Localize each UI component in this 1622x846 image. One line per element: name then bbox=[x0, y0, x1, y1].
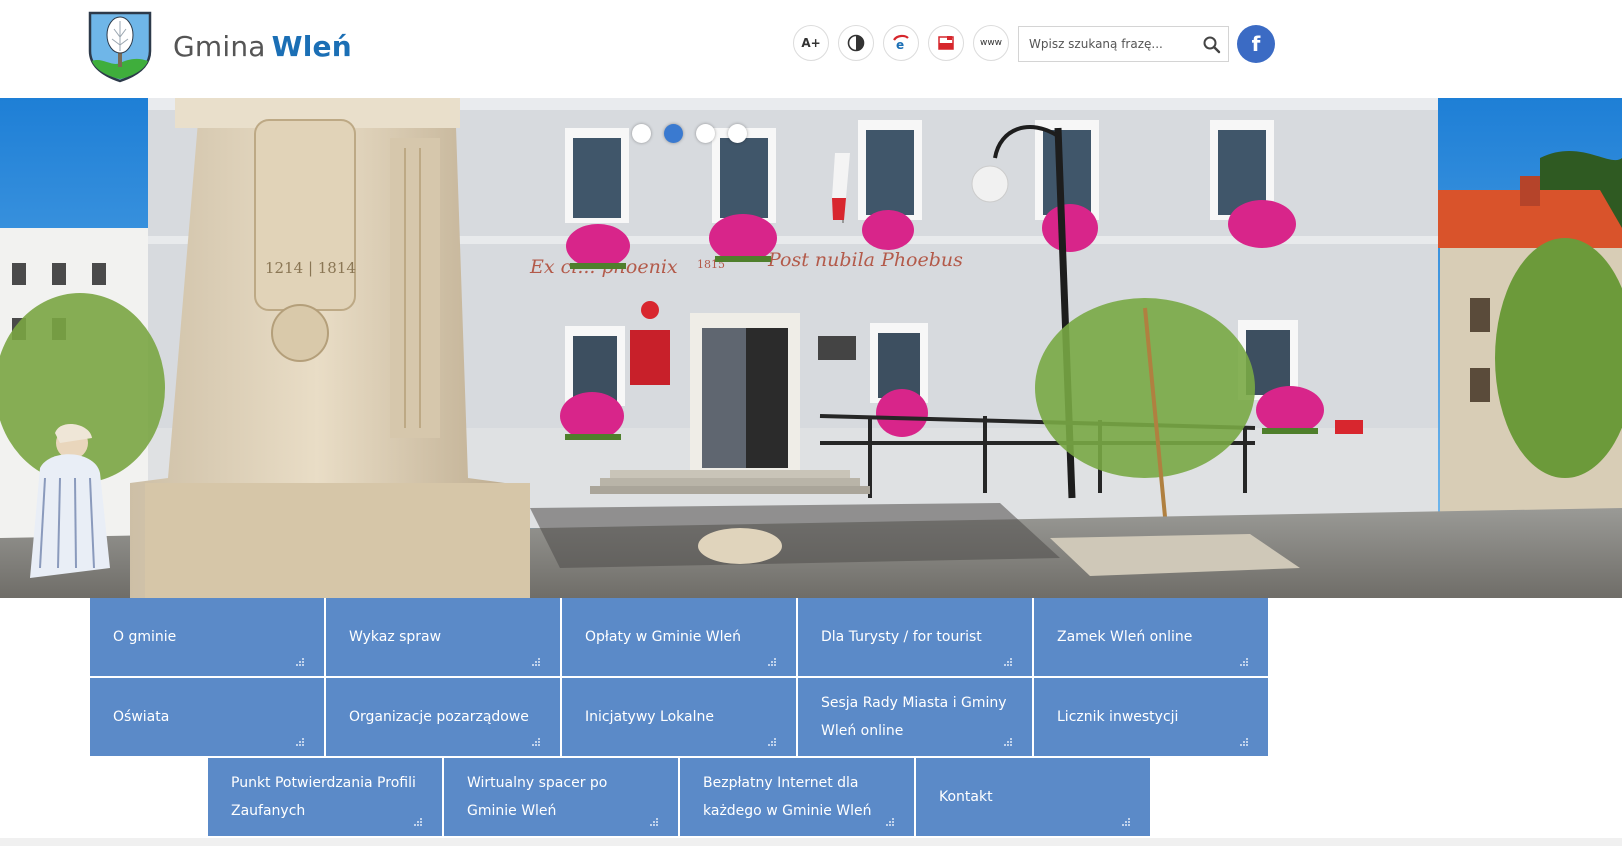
menu-tile-bezplatny-internet[interactable]: Bezpłatny Internet dla każdego w Gminie … bbox=[680, 758, 914, 836]
menu-tile-label: Zamek Wleń online bbox=[1057, 629, 1193, 645]
facade-lettering-right: Post nubila Phoebus bbox=[767, 249, 963, 271]
resize-grip-icon bbox=[296, 658, 304, 666]
hero-photo-town-hall: Ex ci... phoenix 1815 Post nubila Phoebu… bbox=[0, 98, 1622, 598]
menu-tile-inicjatywy[interactable]: Inicjatywy Lokalne bbox=[562, 678, 796, 756]
resize-grip-icon bbox=[1240, 658, 1248, 666]
menu-tile-sesja-rady[interactable]: Sesja Rady Miasta i Gminy Wleń online bbox=[798, 678, 1032, 756]
resize-grip-icon bbox=[532, 738, 540, 746]
facebook-button[interactable]: f bbox=[1237, 25, 1275, 63]
resize-grip-icon bbox=[414, 818, 422, 826]
menu-tile-licznik-inwestycji[interactable]: Licznik inwestycji bbox=[1034, 678, 1268, 756]
menu-tile-label: Organizacje pozarządowe bbox=[349, 709, 529, 725]
slider-dot-4[interactable] bbox=[728, 124, 747, 143]
menu-tile-organizacje[interactable]: Organizacje pozarządowe bbox=[326, 678, 560, 756]
font-size-button[interactable]: A+ bbox=[793, 25, 829, 61]
menu-tile-label: O gminie bbox=[113, 629, 177, 645]
resize-grip-icon bbox=[532, 658, 540, 666]
slider-dot-2[interactable] bbox=[664, 124, 683, 143]
resize-grip-icon bbox=[296, 738, 304, 746]
resize-grip-icon bbox=[768, 658, 776, 666]
menu-tile-profil-zaufany[interactable]: Punkt Potwierdzania Profili Zaufanych bbox=[208, 758, 442, 836]
menu-tile-dla-turysty[interactable]: Dla Turysty / for tourist bbox=[798, 598, 1032, 676]
site-header: GminaWleń A+ e www f bbox=[0, 0, 1622, 98]
menu-tile-label: Wirtualny spacer po Gminie Wleń bbox=[467, 775, 608, 819]
menu-tile-label: Oświata bbox=[113, 709, 170, 725]
menu-tile-o-gminie[interactable]: O gminie bbox=[90, 598, 324, 676]
facebook-icon: f bbox=[1251, 32, 1261, 56]
menu-tile-label: Opłaty w Gminie Wleń bbox=[585, 629, 742, 645]
search-icon[interactable] bbox=[1202, 35, 1222, 55]
slider-dot-3[interactable] bbox=[696, 124, 715, 143]
resize-grip-icon bbox=[650, 818, 658, 826]
search-input[interactable] bbox=[1019, 27, 1199, 61]
page-bottom-strip bbox=[0, 838, 1622, 846]
site-title[interactable]: Gmina Wleń bbox=[173, 30, 352, 63]
epuap-button[interactable]: e bbox=[883, 25, 919, 61]
menu-tile-wirtualny-spacer[interactable]: Wirtualny spacer po Gminie Wleń bbox=[444, 758, 678, 836]
menu-tile-zamek-wlen-online[interactable]: Zamek Wleń online bbox=[1034, 598, 1268, 676]
menu-tile-label: Bezpłatny Internet dla każdego w Gminie … bbox=[703, 775, 872, 819]
menu-tile-oswiata[interactable]: Oświata bbox=[90, 678, 324, 756]
menu-tile-label: Wykaz spraw bbox=[349, 629, 442, 645]
contrast-button[interactable] bbox=[838, 25, 874, 61]
coat-of-arms-logo[interactable] bbox=[88, 11, 152, 83]
menu-tile-label: Inicjatywy Lokalne bbox=[585, 709, 714, 725]
bip-button[interactable] bbox=[928, 25, 964, 61]
fountain-years: 1214 | 1814 bbox=[265, 259, 356, 277]
www-icon: www bbox=[979, 38, 1003, 48]
menu-tile-label: Dla Turysty / for tourist bbox=[821, 629, 982, 645]
contrast-icon bbox=[847, 34, 865, 52]
svg-text:e: e bbox=[896, 38, 904, 52]
menu-tile-label: Licznik inwestycji bbox=[1057, 709, 1179, 725]
menu-tile-kontakt[interactable]: Kontakt bbox=[916, 758, 1150, 836]
site-title-prefix: Gmina bbox=[173, 30, 266, 63]
menu-tile-label: Kontakt bbox=[939, 789, 993, 805]
resize-grip-icon bbox=[1240, 738, 1248, 746]
font-size-icon: A+ bbox=[801, 36, 821, 50]
search-box bbox=[1018, 26, 1229, 62]
slider-dot-1[interactable] bbox=[632, 124, 651, 143]
menu-tile-wykaz-spraw[interactable]: Wykaz spraw bbox=[326, 598, 560, 676]
epuap-icon: e bbox=[893, 34, 909, 52]
menu-tile-oplaty[interactable]: Opłaty w Gminie Wleń bbox=[562, 598, 796, 676]
resize-grip-icon bbox=[886, 818, 894, 826]
menu-tile-label: Sesja Rady Miasta i Gminy Wleń online bbox=[821, 695, 1007, 739]
hero-slider: Ex ci... phoenix 1815 Post nubila Phoebu… bbox=[0, 98, 1622, 598]
menu-tile-label: Punkt Potwierdzania Profili Zaufanych bbox=[231, 775, 416, 819]
site-title-name: Wleń bbox=[271, 30, 352, 63]
bip-icon bbox=[938, 36, 954, 50]
resize-grip-icon bbox=[768, 738, 776, 746]
www-button[interactable]: www bbox=[973, 25, 1009, 61]
resize-grip-icon bbox=[1122, 818, 1130, 826]
resize-grip-icon bbox=[1004, 658, 1012, 666]
resize-grip-icon bbox=[1004, 738, 1012, 746]
